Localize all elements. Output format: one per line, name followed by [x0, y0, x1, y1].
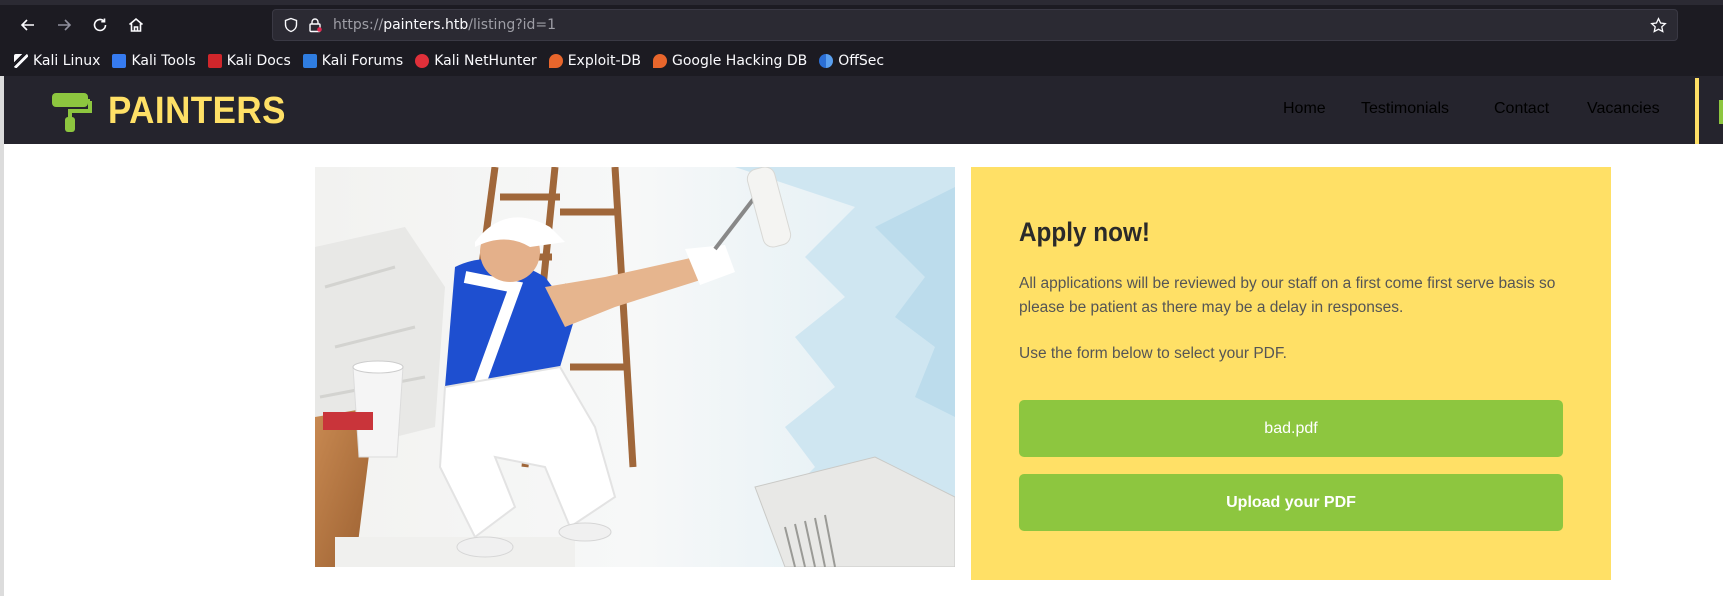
bookmark-label: Kali Forums	[321, 53, 404, 69]
site-logo-text: PAINTERS	[108, 90, 286, 132]
bookmark-label: Kali NetHunter	[434, 53, 537, 69]
bookmarks-toolbar: Kali Linux Kali Tools Kali Docs Kali For…	[14, 49, 896, 73]
exploit-db-icon	[548, 54, 563, 68]
url-text[interactable]: https://painters.htb/listing?id=1	[333, 17, 556, 33]
home-button[interactable]	[123, 12, 149, 38]
home-icon	[128, 17, 144, 32]
tab-strip	[0, 0, 1723, 5]
bookmark-label: Kali Linux	[33, 53, 101, 69]
bookmark-label: Kali Docs	[226, 53, 291, 69]
bookmark-label: Kali Tools	[131, 53, 196, 69]
bookmark-item[interactable]: Kali Forums	[302, 53, 404, 69]
nav-contact[interactable]: Contact	[1494, 100, 1549, 118]
apply-description: All applications will be reviewed by our…	[1019, 275, 1556, 316]
paint-roller-icon	[52, 92, 92, 132]
address-bar[interactable]: https://painters.htb/listing?id=1	[272, 9, 1678, 41]
bookmark-star-icon[interactable]	[1650, 17, 1667, 34]
site-logo[interactable]: PAINTERS	[50, 90, 301, 133]
nav-home[interactable]: Home	[1283, 100, 1326, 118]
bookmark-item[interactable]: Google Hacking DB	[652, 53, 808, 69]
file-select-button[interactable]: bad.pdf	[1019, 400, 1563, 457]
bookmark-item[interactable]: Kali Tools	[112, 53, 196, 69]
upload-pdf-button[interactable]: Upload your PDF	[1019, 474, 1563, 531]
forward-arrow-icon	[58, 19, 72, 31]
bookmark-item[interactable]: Kali Docs	[207, 53, 291, 69]
kali-dragon-icon	[14, 54, 28, 68]
offsec-icon	[819, 54, 834, 68]
url-scheme: https://	[333, 17, 384, 33]
bookmark-label: Google Hacking DB	[671, 53, 808, 69]
kali-docs-icon	[207, 54, 222, 68]
kali-forums-icon	[302, 54, 317, 68]
reload-button[interactable]	[87, 12, 113, 38]
page-left-edge	[0, 76, 4, 596]
apply-title: Apply now!	[1019, 217, 1150, 247]
bookmark-item[interactable]: Exploit-DB	[548, 53, 641, 69]
back-button[interactable]	[15, 12, 41, 38]
nav-vacancies[interactable]: Vacancies	[1587, 100, 1660, 118]
bookmark-label: Exploit-DB	[567, 53, 641, 69]
header-cta-edge[interactable]	[1719, 100, 1723, 124]
kali-nethunter-icon	[415, 54, 430, 68]
forward-button[interactable]	[51, 12, 77, 38]
bookmark-item[interactable]: Kali Linux	[14, 53, 100, 69]
google-hacking-db-icon	[652, 54, 667, 68]
back-arrow-icon	[20, 19, 34, 31]
url-host: painters.htb	[383, 17, 469, 33]
bookmark-item[interactable]: OffSec	[819, 53, 884, 69]
apply-panel: Apply now! All applications will be revi…	[971, 167, 1611, 580]
tracking-shield-icon[interactable]	[283, 17, 299, 33]
lock-icon[interactable]	[307, 17, 323, 33]
bookmark-item[interactable]: Kali NetHunter	[415, 53, 537, 69]
header-divider	[1695, 78, 1699, 144]
reload-icon	[93, 18, 107, 32]
bookmark-label: OffSec	[838, 53, 885, 69]
url-path: /listing?id=1	[468, 17, 557, 33]
painter-image	[315, 167, 955, 567]
nav-testimonials[interactable]: Testimonials	[1361, 100, 1449, 118]
kali-tools-icon	[112, 54, 127, 68]
apply-instruction: Use the form below to select your PDF.	[1019, 345, 1287, 362]
